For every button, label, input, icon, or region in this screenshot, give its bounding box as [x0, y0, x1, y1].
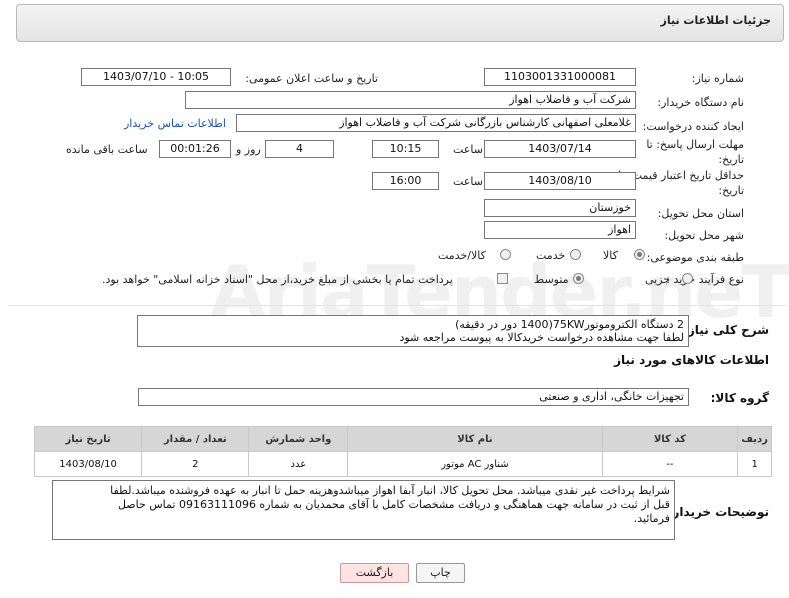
cell-item-code: --: [601, 451, 739, 477]
col-unit: واحد شمارش: [248, 426, 349, 452]
print-button[interactable]: چاپ: [416, 563, 465, 583]
requester-field: غلامعلی اصفهانی کارشناس بازرگانی شرکت آب…: [236, 114, 636, 132]
divider: [8, 305, 786, 306]
col-quantity: تعداد / مقدار: [141, 426, 250, 452]
goods-section-title: اطلاعات کالاهای مورد نیاز: [614, 353, 769, 367]
treasury-note: پرداخت تمام یا بخشی از مبلغ خرید،از محل …: [102, 273, 453, 286]
requester-label: ایجاد کننده درخواست:: [642, 120, 744, 133]
col-item-name: نام کالا: [347, 426, 603, 452]
table-row: 1403/08/10 2 عدد موتور AC شناور -- 1: [33, 451, 772, 477]
process-option-minor: جزیی: [645, 273, 671, 286]
days-label: روز و: [236, 143, 261, 156]
cell-need-date: 1403/08/10: [33, 451, 143, 477]
category-option-goods-service: کالا/خدمت: [438, 249, 486, 262]
category-label: طبقه بندی موضوعی:: [646, 251, 744, 264]
buyer-org-label: نام دستگاه خریدار:: [657, 96, 744, 109]
announce-datetime-field: 1403/07/10 - 10:05: [81, 68, 231, 86]
price-time-label: ساعت: [453, 175, 483, 188]
col-row: ردیف: [737, 426, 772, 452]
category-radio-goods-service[interactable]: [500, 249, 511, 260]
summary-label: شرح کلی نیاز:: [683, 323, 769, 337]
reply-time-field: 10:15: [372, 140, 439, 158]
buyer-notes-line-3: فرمائید.: [633, 512, 670, 525]
goods-group-field: تجهیزات خانگی، اداری و صنعتی: [138, 388, 689, 406]
city-label: شهر محل تحویل:: [664, 229, 744, 242]
remaining-days-field: 4: [265, 140, 334, 158]
buyer-notes-line-1: شرایط پرداخت غیر نقدی میباشد. محل تحویل …: [110, 484, 670, 497]
price-date-field: 1403/08/10: [484, 172, 636, 190]
process-radio-medium[interactable]: [573, 273, 584, 284]
category-radio-service[interactable]: [570, 249, 581, 260]
process-option-medium: متوسط: [534, 273, 569, 286]
category-option-service: خدمت: [536, 249, 566, 262]
summary-line-2: لطفا جهت مشاهده درخواست خریدکالا به پیوس…: [399, 331, 684, 344]
col-need-date: تاریخ نیاز: [33, 426, 143, 452]
process-type-label: نوع فرآیند خرید :: [666, 273, 744, 286]
announce-datetime-label: تاریخ و ساعت اعلان عمومی:: [245, 72, 378, 85]
reply-deadline-label: مهلت ارسال پاسخ: تا تاریخ:: [646, 138, 744, 166]
cell-row: 1: [737, 451, 772, 477]
remaining-label: ساعت باقی مانده: [66, 143, 148, 156]
treasury-checkbox[interactable]: [497, 273, 508, 284]
goods-group-label: گروه کالا:: [710, 391, 769, 405]
price-time-field: 16:00: [372, 172, 439, 190]
province-field: خوزستان: [484, 199, 636, 217]
province-label: استان محل تحویل:: [657, 207, 744, 220]
summary-line-1: 2 دستگاه الکتروموتور75KW(1400 دور در دقی…: [455, 318, 684, 331]
need-number-field: 1103001331000081: [484, 68, 636, 86]
buyer-notes-label: توضیحات خریدار:: [667, 505, 769, 519]
goods-table: تاریخ نیاز تعداد / مقدار واحد شمارش نام …: [33, 426, 772, 477]
page-title: جزئیات اطلاعات نیاز: [660, 14, 772, 27]
cell-unit: عدد: [248, 451, 349, 477]
remaining-time-field: 00:01:26: [159, 140, 231, 158]
category-radio-goods[interactable]: [634, 249, 645, 260]
cell-item-name: موتور AC شناور: [347, 451, 603, 477]
buyer-notes-line-2: قبل از ثبت در سامانه جهت هماهنگی و دریاف…: [117, 498, 670, 511]
category-option-goods: کالا: [603, 249, 618, 262]
reply-date-field: 1403/07/14: [484, 140, 636, 158]
process-radio-minor[interactable]: [682, 273, 693, 284]
back-button[interactable]: بازگشت: [340, 563, 409, 583]
table-header-row: تاریخ نیاز تعداد / مقدار واحد شمارش نام …: [33, 426, 772, 452]
cell-quantity: 2: [141, 451, 250, 477]
summary-textarea[interactable]: 2 دستگاه الکتروموتور75KW(1400 دور در دقی…: [137, 315, 689, 347]
buyer-notes-textarea[interactable]: شرایط پرداخت غیر نقدی میباشد. محل تحویل …: [52, 480, 675, 540]
reply-time-label: ساعت: [453, 143, 483, 156]
city-field: اهواز: [484, 221, 636, 239]
need-number-label: شماره نیاز:: [691, 72, 744, 85]
col-item-code: کد کالا: [601, 426, 739, 452]
buyer-contact-link[interactable]: اطلاعات تماس خریدار: [124, 117, 226, 130]
buyer-org-field: شرکت آب و فاضلاب اهواز: [185, 91, 636, 109]
